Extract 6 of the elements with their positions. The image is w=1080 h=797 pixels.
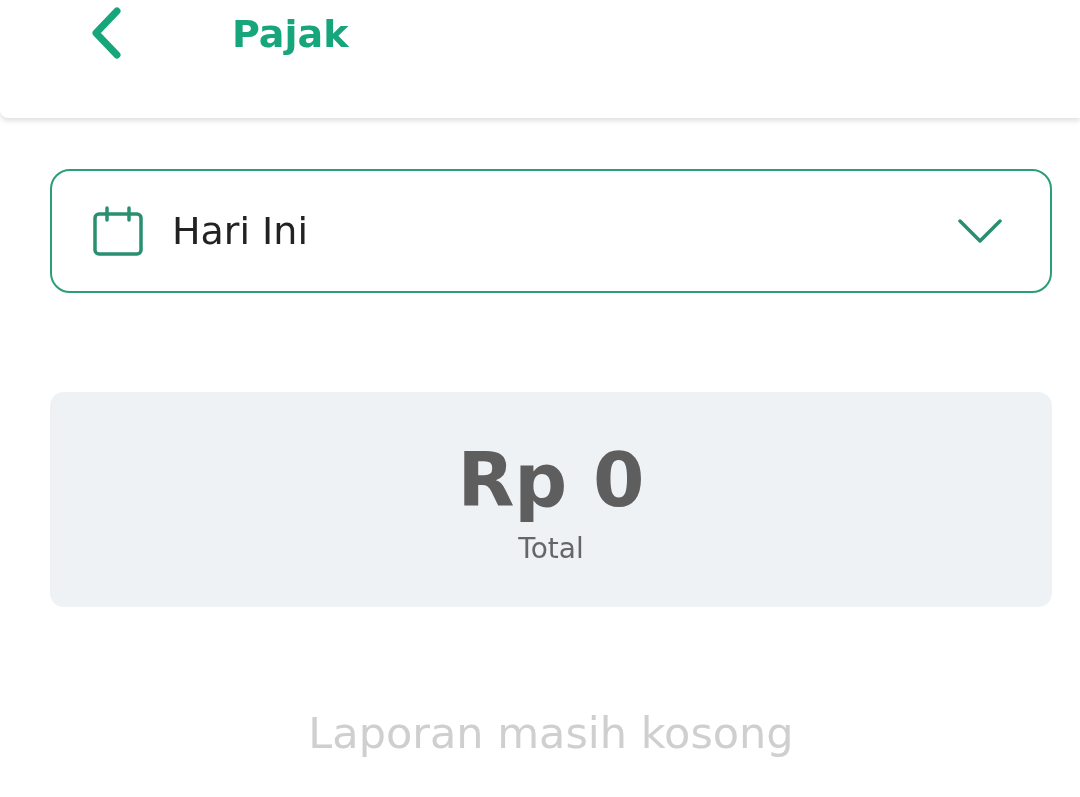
calendar-icon [93, 206, 143, 256]
page-title: Pajak [232, 11, 349, 58]
total-label: Total [518, 531, 584, 566]
total-amount: Rp 0 [457, 437, 645, 522]
back-chevron-icon [90, 7, 122, 59]
date-dropdown[interactable]: Hari Ini [50, 169, 1052, 293]
